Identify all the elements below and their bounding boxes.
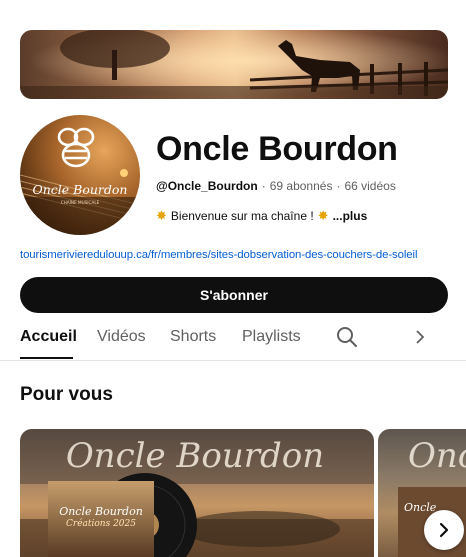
channel-external-link[interactable]: tourismerivieredulouup.ca/fr/membres/sit…: [20, 249, 417, 261]
tab-accueil[interactable]: Accueil: [20, 328, 77, 346]
thumbnail-overlay-title: Onc: [408, 436, 466, 476]
channel-handle: @Oncle_Bourdon: [156, 179, 258, 193]
video-thumbnail: Oncle Bourdon Oncle Bourdon Créations 20…: [20, 429, 374, 557]
next-button[interactable]: [424, 510, 464, 550]
avatar-sub-text: CHAÎNE MUSICALE: [61, 200, 100, 205]
banner-image: [20, 30, 448, 99]
channel-description[interactable]: ✸ Bienvenue sur ma chaîne ! ✸ ...plus: [156, 208, 367, 224]
channel-name: Oncle Bourdon: [156, 130, 398, 168]
channel-meta: @Oncle_Bourdon · 69 abonnés · 66 vidéos: [156, 179, 396, 193]
separator-dot: ·: [261, 179, 266, 193]
sparkle-icon: ✸: [156, 208, 167, 223]
album-subtitle: Créations 2025: [66, 518, 136, 529]
tab-videos[interactable]: Vidéos: [97, 328, 146, 346]
description-text: Bienvenue sur ma chaîne !: [170, 209, 314, 223]
subscribe-button[interactable]: S'abonner: [20, 277, 448, 313]
avatar-image: Oncle Bourdon CHAÎNE MUSICALE: [20, 127, 140, 235]
separator-dot: ·: [336, 179, 341, 193]
active-tab-indicator: [20, 357, 73, 359]
section-title: Pour vous: [20, 384, 113, 405]
tab-shorts[interactable]: Shorts: [170, 328, 216, 346]
chevron-right-icon: [439, 522, 449, 538]
sparkle-icon: ✸: [317, 208, 329, 223]
album-title: Oncle: [404, 501, 437, 514]
tab-playlists[interactable]: Playlists: [242, 328, 301, 346]
channel-avatar[interactable]: Oncle Bourdon CHAÎNE MUSICALE: [20, 115, 140, 235]
channel-tabs: Accueil Vidéos Shorts Playlists: [0, 320, 466, 361]
subscriber-count: 69 abonnés: [269, 179, 333, 193]
search-icon[interactable]: [335, 325, 359, 354]
more-link[interactable]: ...plus: [333, 209, 368, 223]
chevron-right-icon[interactable]: [414, 328, 426, 351]
album-title: Oncle Bourdon: [59, 505, 143, 518]
thumbnail-overlay-title: Oncle Bourdon: [66, 436, 324, 476]
video-card[interactable]: Oncle Bourdon Oncle Bourdon Créations 20…: [20, 429, 374, 557]
video-count: 66 vidéos: [344, 179, 396, 193]
avatar-logo-text: Oncle Bourdon: [33, 182, 128, 197]
channel-banner: [20, 30, 448, 99]
